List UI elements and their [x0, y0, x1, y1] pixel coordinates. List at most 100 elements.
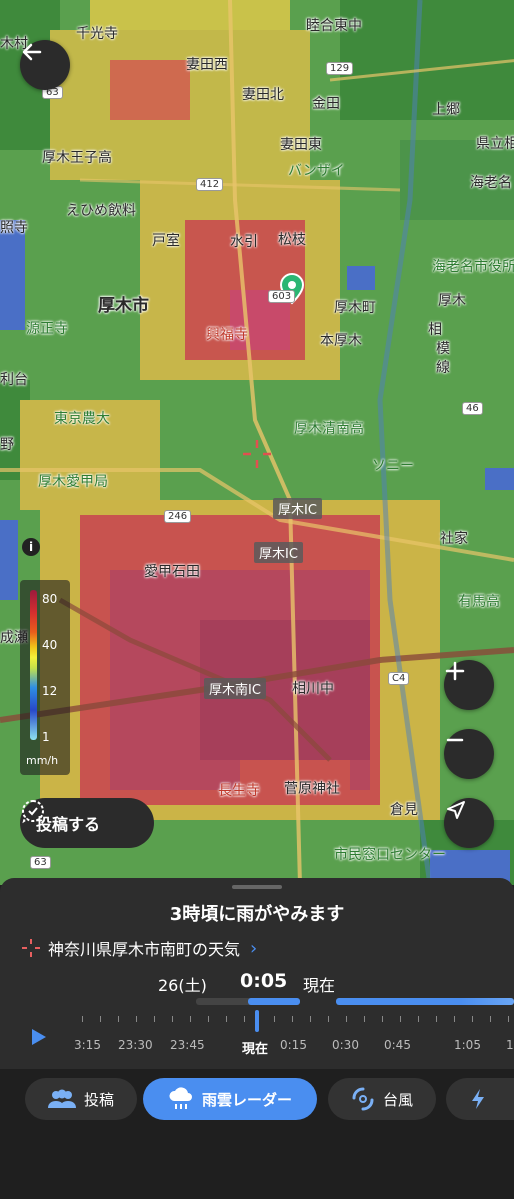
zoom-out-button[interactable]	[444, 729, 494, 779]
play-icon	[32, 1029, 46, 1045]
map-label: 長生寺	[218, 783, 260, 799]
navigation-arrow-icon	[447, 801, 465, 819]
chevron-right-icon: ›	[250, 937, 258, 959]
map-label: 利台	[0, 372, 28, 388]
map-label: 愛甲石田	[144, 564, 200, 580]
map-label: 海老名市役所	[432, 259, 514, 275]
map-label: えひめ飲料	[66, 203, 136, 219]
map-label: 松枝	[278, 232, 306, 248]
people-icon	[47, 1089, 76, 1108]
location-link[interactable]: 神奈川県厚木市南町の天気 ›	[20, 936, 257, 960]
route-badge: 46	[462, 402, 483, 415]
interchange-sign: 厚木南IC	[204, 678, 266, 699]
map-label: 県立相	[476, 136, 514, 152]
location-name: 神奈川県厚木市南町の天気	[48, 940, 241, 959]
map-label: 千光寺	[76, 26, 118, 42]
post-button[interactable]: 投稿する	[20, 798, 154, 848]
rain-radar-map[interactable]: 千光寺 睦合東中 妻田西 妻田北 金田 上郷 県立相 厚木王子高 妻田東 バンザ…	[0, 0, 514, 885]
forecast-time: 0:05	[240, 970, 288, 992]
timeline-label: 3:15	[74, 1038, 101, 1052]
timeline-past-segment	[248, 998, 300, 1005]
forecast-date: 26(土)	[158, 976, 207, 995]
tab-label: 雨雲レーダー	[201, 1090, 292, 1109]
mode-tab-bar: 投稿 雨雲レーダー 台風	[0, 1069, 514, 1199]
map-label: 戸室	[152, 233, 180, 249]
route-badge: 246	[164, 510, 192, 523]
map-label: 厚木清南高	[294, 421, 364, 437]
interchange-sign: 厚木IC	[254, 542, 303, 563]
map-label: 相	[428, 322, 442, 338]
plus-icon	[445, 661, 465, 681]
map-label: 興福寺	[206, 327, 248, 343]
map-label: 妻田西	[186, 57, 228, 73]
tab-typhoon[interactable]: 台風	[328, 1078, 436, 1120]
map-label: 野	[0, 437, 14, 453]
map-label: 本厚木	[320, 333, 362, 349]
weather-bottom-sheet: 3時頃に雨がやみます 神奈川県厚木市南町の天気 › 26(土) 0:05 現在 …	[0, 878, 514, 1199]
tab-label: 投稿	[83, 1090, 114, 1109]
crosshair-icon	[22, 939, 40, 957]
zoom-in-button[interactable]	[444, 660, 494, 710]
arrow-left-icon	[22, 43, 42, 61]
back-button[interactable]	[20, 40, 70, 90]
map-label: 厚木愛甲局	[38, 474, 108, 490]
route-badge: 129	[326, 62, 354, 75]
timeline-label: 0:45	[384, 1038, 411, 1052]
map-label: 海老名	[470, 175, 512, 191]
map-label: 厚木町	[334, 300, 376, 316]
timeline-label: 1:05	[454, 1038, 481, 1052]
map-label: 厚木王子高	[42, 150, 112, 166]
legend-value: 40	[42, 638, 58, 652]
map-label: バンザイ	[288, 163, 345, 179]
map-label: ソニー	[372, 458, 414, 474]
legend-value: 1	[42, 730, 50, 744]
route-badge: 412	[196, 178, 224, 191]
tab-posts[interactable]: 投稿	[25, 1078, 137, 1120]
map-label: 倉見	[390, 802, 418, 818]
legend-value: 12	[42, 684, 58, 698]
map-label: 菅原神社	[284, 781, 340, 797]
map-label: 相川中	[292, 681, 334, 697]
timeline-label: 現在	[242, 1042, 269, 1057]
radar-overlay	[0, 0, 514, 885]
map-label: 厚木	[438, 293, 466, 309]
map-label: 線	[436, 360, 450, 376]
timeline-label: 23:30	[118, 1038, 153, 1052]
typhoon-icon	[352, 1087, 374, 1111]
timeline-label: 1	[506, 1038, 514, 1052]
route-badge: 603	[268, 290, 296, 303]
map-label: 市民窓口センター	[334, 847, 446, 863]
interchange-sign: 厚木IC	[273, 498, 322, 519]
legend-value: 80	[42, 592, 58, 606]
timeline-label: 0:15	[280, 1038, 307, 1052]
timeline-forecast-segment	[336, 998, 514, 1005]
rain-forecast-headline: 3時頃に雨がやみます	[169, 904, 345, 925]
map-label: 妻田東	[280, 137, 322, 153]
time-slider[interactable]: 3:15 23:30 23:45 現在 0:15 0:30 0:45 1:05 …	[0, 996, 514, 1068]
tab-lightning[interactable]	[446, 1078, 514, 1120]
map-label: 厚木市	[98, 296, 149, 316]
map-label: 妻田北	[242, 87, 284, 103]
route-badge: C4	[388, 672, 410, 685]
rainfall-legend: 80 40 12 1 mm/h	[20, 580, 70, 775]
timeline-label: 23:45	[170, 1038, 205, 1052]
timeline-current-marker[interactable]	[255, 1010, 259, 1032]
tab-label: 台風	[382, 1090, 413, 1109]
map-label: 源正寺	[26, 321, 68, 337]
sheet-drag-handle[interactable]	[232, 885, 282, 889]
timeline-label: 0:30	[332, 1038, 359, 1052]
map-label: 社家	[440, 531, 468, 547]
info-icon[interactable]: i	[22, 538, 40, 556]
post-bubble-icon	[22, 799, 44, 824]
current-location-button[interactable]	[444, 798, 494, 848]
rain-cloud-icon	[169, 1087, 192, 1109]
play-button[interactable]	[28, 1026, 50, 1048]
route-badge: 63	[30, 856, 51, 869]
map-label: 東京農大	[54, 411, 110, 427]
now-label: 現在	[303, 976, 336, 995]
tab-rain-radar[interactable]: 雨雲レーダー	[143, 1078, 317, 1120]
map-label: 照寺	[0, 220, 28, 236]
minus-icon	[446, 738, 464, 742]
map-label: 有馬高	[458, 594, 500, 610]
map-label: 睦合東中	[306, 18, 362, 34]
